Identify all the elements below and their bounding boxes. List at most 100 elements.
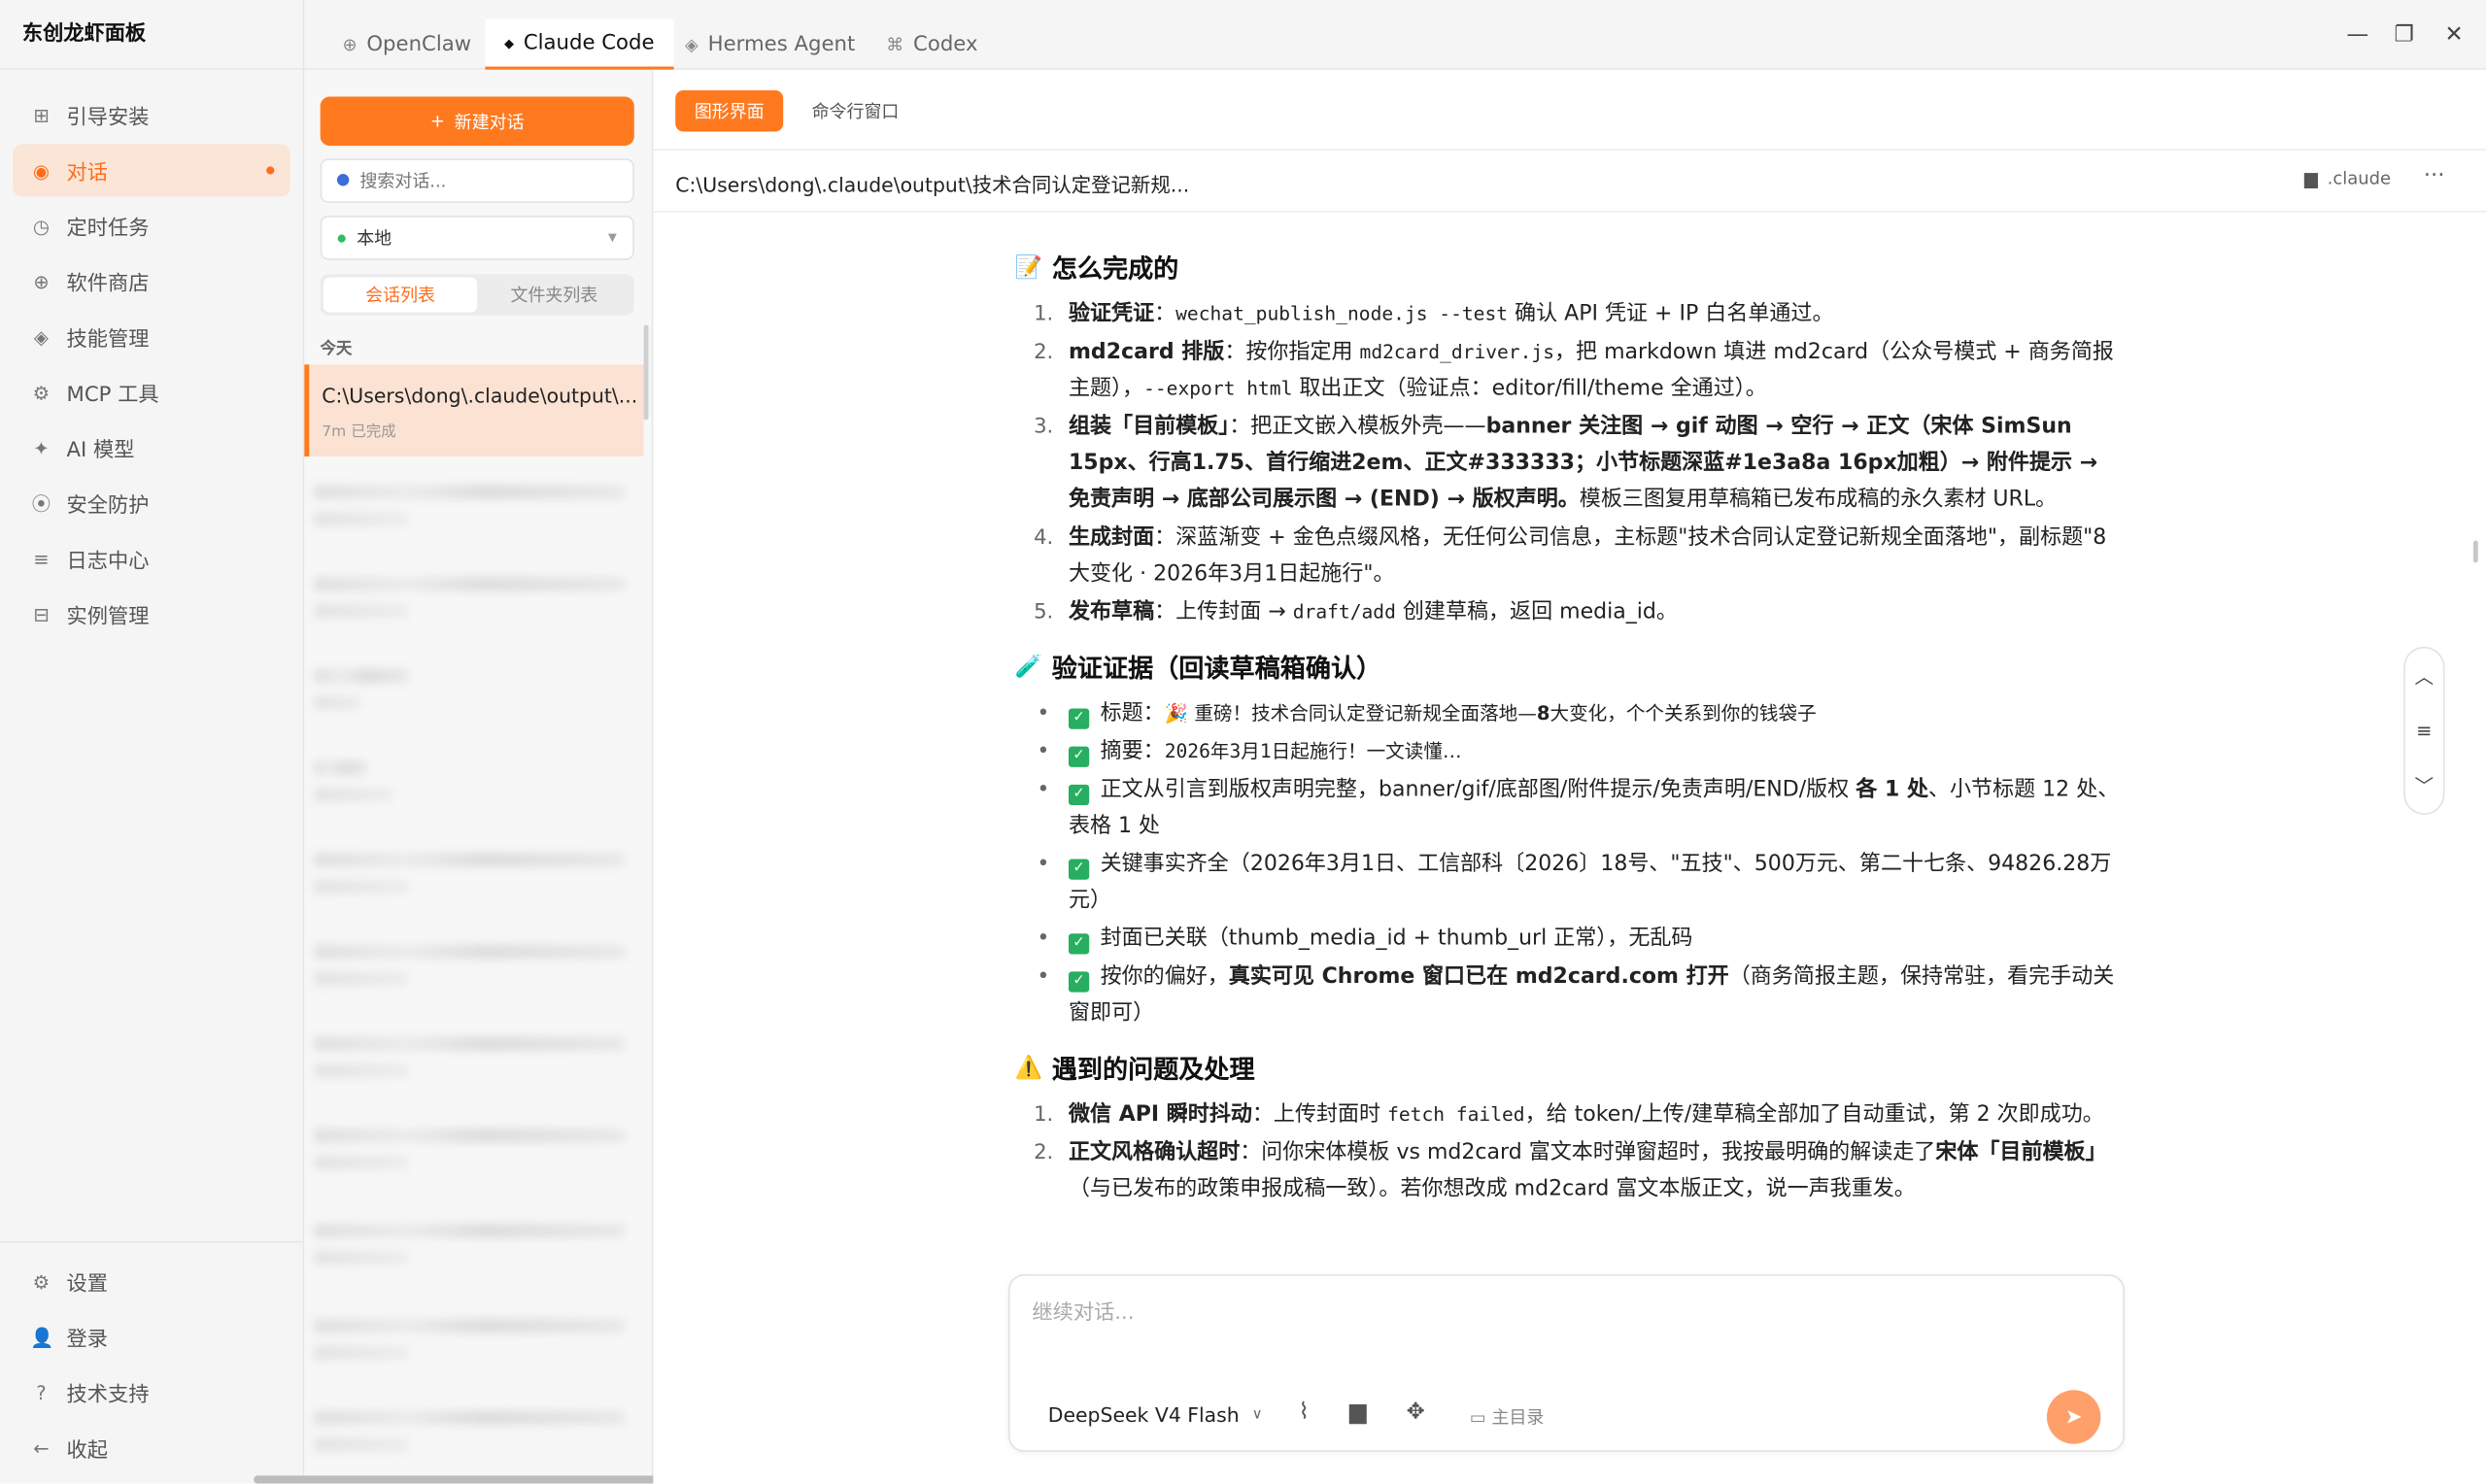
nav-item-3[interactable]: ⊕ 软件商店 (13, 255, 290, 308)
message-input[interactable]: 继续对话... (1032, 1295, 1134, 1325)
section-heading: ⚠️ 遇到的问题及处理 (1014, 1051, 2124, 1088)
new-chat-button[interactable]: + 新建对话 (320, 96, 634, 147)
session-scrollbar[interactable] (643, 324, 649, 421)
horizontal-scrollbar[interactable] (254, 1475, 682, 1484)
tab-codex[interactable]: ⌘ Codex (886, 19, 977, 70)
nav-bottom-item-2[interactable]: ? 技术支持 (13, 1366, 290, 1419)
composer: 继续对话... DeepSeek V4 Flash ∨ ⌇ ▆ ✥ ▭ 主目录 ➤ (1007, 1274, 2125, 1452)
folder-icon[interactable]: ▆ (1349, 1400, 1367, 1425)
nav-item-8[interactable]: ≡ 日志中心 (13, 532, 290, 585)
tab-session-list[interactable]: 会话列表 (323, 277, 478, 313)
list-item: 1. 验证凭证：wechat_publish_node.js --test 确认 … (1034, 301, 1834, 327)
nav-item-4[interactable]: ◈ 技能管理 (13, 311, 290, 363)
app-title: 东创龙虾面板 (0, 0, 303, 70)
model-select[interactable]: DeepSeek V4 Flash ∨ (1048, 1402, 1263, 1426)
session-item[interactable] (314, 1318, 626, 1379)
session-item[interactable] (314, 668, 625, 729)
tab-openclaw[interactable]: ⊕ OpenClaw (343, 19, 472, 70)
nav-item-label: 实例管理 (66, 605, 150, 629)
folder-icon: ▆ (2304, 167, 2318, 189)
maximize-icon[interactable]: ❐ (2394, 22, 2414, 48)
session-item[interactable] (314, 853, 626, 913)
nav-icon: ← (33, 1436, 50, 1460)
tab-hermes-agent[interactable]: ◈ Hermes Agent (685, 19, 855, 70)
chevron-down-icon[interactable]: ﹀ (2415, 771, 2435, 798)
nav-item-5[interactable]: ⚙ MCP 工具 (13, 366, 290, 419)
close-icon[interactable]: ✕ (2445, 22, 2464, 48)
folder-outline-icon: ▭ (1469, 1407, 1492, 1429)
nav-item-1[interactable]: ◉ 对话 (13, 144, 290, 197)
list-item: • ✓ 摘要：2026年3月1日起施行！一文读懂… (1014, 734, 2124, 771)
tab-claude-code[interactable]: ◆ Claude Code (485, 18, 674, 70)
mode-cli-button[interactable]: 命令行窗口 (793, 90, 918, 131)
list-item: 1. 微信 API 瞬时抖动：上传封面时 fetch failed，给 token… (1034, 1101, 2104, 1128)
session-item[interactable] (314, 485, 626, 545)
shield-icon: ⦿ (31, 492, 51, 516)
message-content: 📝 怎么完成的 1. 验证凭证：wechat_publish_node.js --t… (1014, 241, 2124, 1319)
plugin-icon[interactable]: ✥ (1407, 1400, 1425, 1425)
nav-item-0[interactable]: ⊞ 引导安装 (13, 88, 290, 141)
session-item-active[interactable]: C:\Users\dong\.claude\output\... 7m 已完成 (304, 364, 644, 457)
session-item[interactable] (314, 577, 626, 637)
check-icon: ✓ (1068, 708, 1090, 729)
nav-item-7[interactable]: ⦿ 安全防护 (13, 477, 290, 529)
home-dir-button[interactable]: ▭ 主目录 (1470, 1404, 1545, 1430)
session-item[interactable] (314, 1128, 626, 1189)
grid-icon: ⊞ (33, 103, 50, 126)
list-icon: ≡ (33, 547, 50, 570)
left-nav: 东创龙虾面板 ⊞ 引导安装 ◉ 对话 ◷ 定时任务 ⊕ 软件商店 ◈ 技能管理 ⚙ MCP 工具 ✦ AI… (0, 0, 305, 1484)
session-item[interactable] (314, 760, 625, 821)
session-item[interactable] (314, 1410, 626, 1470)
section-heading: 🧪 验证证据（回读草稿箱确认） (1014, 650, 2124, 687)
status-dot (337, 233, 346, 242)
list-item: • ✓ 正文从引言到版权声明完整，banner/gif/底部图/附件提示/免责声明/… (1037, 776, 2120, 839)
minimize-icon[interactable]: — (2346, 22, 2368, 48)
search-input[interactable] (320, 158, 634, 203)
session-item[interactable] (314, 1223, 626, 1284)
nav-item-2[interactable]: ◷ 定时任务 (13, 200, 290, 253)
claude-icon: ◆ (503, 35, 515, 51)
memo-icon: 📝 (1014, 254, 1042, 281)
more-icon[interactable]: ··· (2424, 163, 2445, 188)
mode-gui-button[interactable]: 图形界面 (675, 90, 784, 132)
session-meta: 7m 已完成 (322, 422, 396, 441)
test-tube-icon: 🧪 (1014, 655, 1042, 681)
nav-bottom-item-1[interactable]: 👤 登录 (13, 1311, 290, 1364)
list-item: • ✓ 标题：🎉 重磅！技术合同认定登记新规全面落地—8大变化，个个关系到你的钱袋子 (1014, 695, 2124, 732)
nav-item-label: 引导安装 (66, 106, 150, 130)
tab-folder-list[interactable]: 文件夹列表 (477, 278, 630, 313)
mode-switch: 图形界面 命令行窗口 (675, 90, 918, 132)
section-heading: 📝 怎么完成的 (1014, 251, 2124, 287)
nav-item-label: 软件商店 (66, 272, 150, 297)
nav-item-label: 设置 (66, 1272, 109, 1297)
nav-bottom-item-3[interactable]: ← 收起 (13, 1422, 290, 1474)
ai-icon: ✦ (33, 436, 50, 459)
nav-bottom-item-0[interactable]: ⚙ 设置 (13, 1256, 290, 1308)
nav-bottom: ⚙ 设置 👤 登录? 技术支持 ← 收起 (0, 1240, 303, 1477)
send-button[interactable]: ➤ (2046, 1390, 2101, 1444)
session-panel: +新建对话 ● 本地▼ 会话列表 文件夹列表 今天 C:\Users\dong\… (304, 69, 654, 1484)
main-area: 图形界面 命令行窗口 C:\Users\dong\.claude\output\… (653, 69, 2486, 1484)
check-icon: ✓ (1068, 933, 1090, 955)
session-item[interactable] (314, 944, 626, 1005)
path-bar: C:\Users\dong\.claude\output\技术合同认定登记新规.… (653, 149, 2486, 213)
session-item[interactable] (314, 1036, 626, 1096)
openclaw-icon: ⊕ (342, 34, 358, 55)
send-icon: ➤ (2064, 1404, 2083, 1430)
folder-tag[interactable]: ▆ .claude (2304, 168, 2391, 188)
nav-item-9[interactable]: ⊟ 实例管理 (13, 588, 290, 640)
list-item: • ✓ 封面已关联（thumb_media_id + thumb_url 正常），无… (1014, 921, 2124, 958)
location-select[interactable]: 本地 ▼ (320, 215, 634, 260)
content-scrollbar[interactable] (2472, 540, 2478, 563)
tab-bar: ⊕ OpenClaw ◆ Claude Code ◈ Hermes Agent ⌘ Co… (304, 0, 2486, 70)
nav-item-6[interactable]: ✦ AI 模型 (13, 422, 290, 474)
instance-icon: ⊟ (33, 602, 50, 625)
chevron-up-icon[interactable]: ︿ (2415, 663, 2435, 691)
nav-item-label: 对话 (66, 161, 109, 186)
nav-item-label: 定时任务 (66, 217, 150, 242)
outline-icon[interactable]: ≡ (2416, 720, 2432, 742)
attach-icon[interactable]: ⌇ (1299, 1400, 1310, 1425)
hermes-icon: ◈ (685, 34, 698, 55)
nav-item-label: 技能管理 (66, 327, 150, 353)
clock-icon: ◷ (32, 215, 50, 237)
